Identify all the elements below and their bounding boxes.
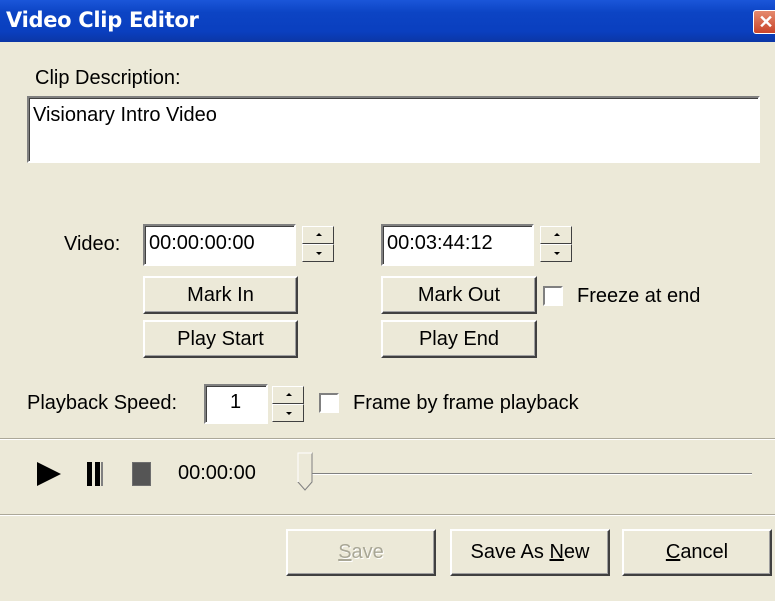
frame-by-frame-checkbox[interactable] [319,393,339,413]
seek-slider[interactable] [297,452,752,498]
playback-speed-field[interactable]: 1 [204,384,268,424]
arrow-down-icon [316,252,322,255]
cancel-button[interactable]: Cancel [622,529,772,576]
clip-description-value: Visionary Intro Video [33,104,217,126]
arrow-down-icon [286,412,292,415]
mark-in-time-value: 00:00:00:00 [149,232,255,254]
close-icon: ✕ [758,12,774,32]
play-button[interactable] [35,461,63,487]
spin-up-button[interactable] [540,226,572,244]
mark-out-button[interactable]: Mark Out [381,276,537,314]
spin-up-button[interactable] [272,386,304,404]
stop-icon [132,462,151,486]
save-button[interactable]: Save [286,529,436,576]
play-icon [37,462,61,486]
pause-icon [87,462,103,486]
clip-description-label: Clip Description: [35,67,181,89]
frame-by-frame-label: Frame by frame playback [353,392,579,414]
close-button[interactable]: ✕ [753,10,775,34]
playback-speed-label: Playback Speed: [27,392,178,414]
mark-in-time-field[interactable]: 00:00:00:00 [143,224,296,266]
clip-description-field[interactable]: Visionary Intro Video [27,96,760,163]
arrow-down-icon [554,252,560,255]
mark-in-button[interactable]: Mark In [143,276,298,314]
divider [0,439,775,440]
freeze-at-end-label: Freeze at end [577,285,701,307]
seek-track-highlight [305,474,752,475]
save-as-new-button[interactable]: Save As New [450,529,610,576]
spin-down-button[interactable] [272,404,304,422]
arrow-up-icon [316,233,322,236]
play-end-button[interactable]: Play End [381,320,537,358]
window-title: Video Clip Editor [6,8,199,32]
seek-thumb[interactable] [297,452,314,492]
playback-speed-spinner[interactable] [272,386,304,422]
freeze-at-end-checkbox[interactable] [543,286,563,306]
video-label: Video: [64,233,121,255]
mark-out-time-field[interactable]: 00:03:44:12 [381,224,534,266]
arrow-up-icon [286,393,292,396]
mark-out-time-value: 00:03:44:12 [387,232,493,254]
play-start-button[interactable]: Play Start [143,320,298,358]
stop-button[interactable] [131,461,153,487]
spin-down-button[interactable] [302,244,334,262]
mark-out-time-spinner[interactable] [540,226,572,262]
divider [0,515,775,516]
playback-speed-value: 1 [230,391,242,413]
spin-up-button[interactable] [302,226,334,244]
mark-in-time-spinner[interactable] [302,226,334,262]
spin-down-button[interactable] [540,244,572,262]
pause-button[interactable] [86,461,106,487]
current-time: 00:00:00 [178,462,256,484]
arrow-up-icon [554,233,560,236]
